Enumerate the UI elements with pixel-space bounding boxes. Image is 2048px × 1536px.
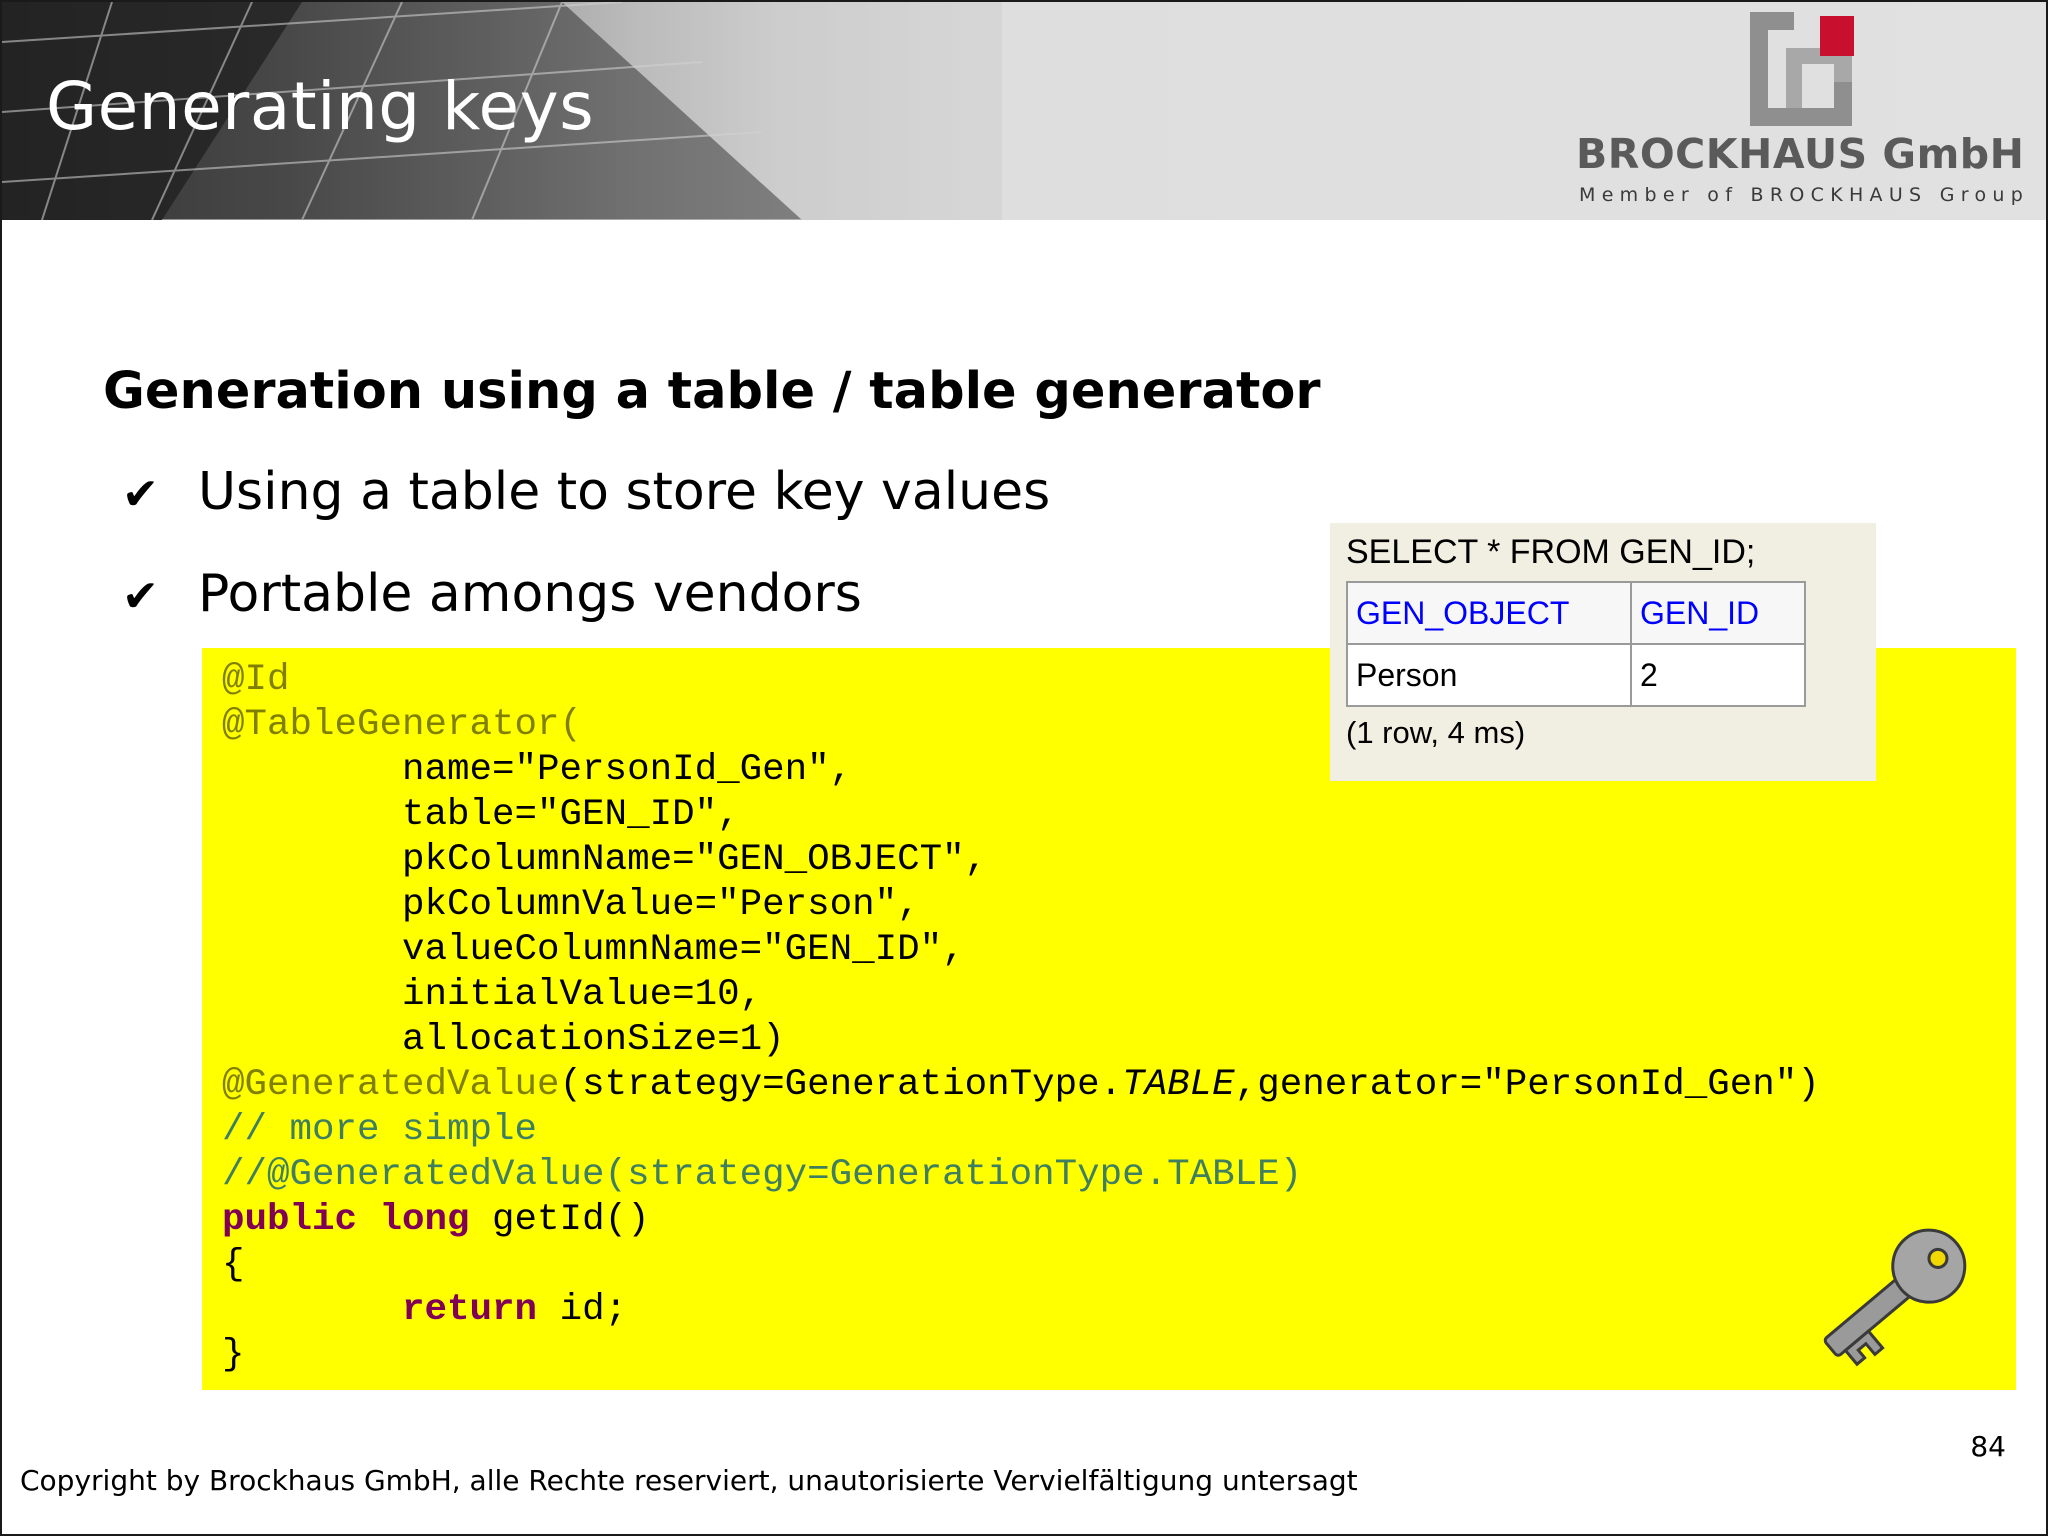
section-heading: Generation using a table / table generat… — [103, 362, 1321, 421]
company-tagline: Member of BROCKHAUS Group — [1579, 184, 2030, 206]
code-annotation: @GeneratedValue — [222, 1064, 560, 1106]
code-keyword: return — [402, 1289, 538, 1331]
checkmark-icon: ✔ — [122, 571, 159, 622]
brockhaus-logo-icon — [1750, 12, 1854, 126]
bullet-item: ✔ Using a table to store key values — [122, 462, 1050, 522]
table-cell: Person — [1346, 643, 1632, 707]
table-header-row: GEN_OBJECT GEN_ID — [1346, 581, 1806, 645]
code-line: @Id — [222, 659, 290, 701]
code-keyword: public long — [222, 1199, 470, 1241]
code-comment: //@GeneratedValue(strategy=GenerationTyp… — [222, 1154, 1303, 1196]
table-row: Person 2 — [1346, 643, 1806, 707]
code-enum-constant: TABLE — [1122, 1064, 1235, 1106]
code-text: id; — [537, 1289, 628, 1331]
slide-header: Generating keys BROCKHAUS GmbH Member of… — [2, 2, 2046, 220]
code-line: } — [222, 1334, 245, 1376]
code-line: pkColumnName="GEN_OBJECT", — [222, 839, 988, 881]
code-line: valueColumnName="GEN_ID", — [222, 929, 965, 971]
code-line: allocationSize=1) — [222, 1019, 785, 1061]
sql-query: SELECT * FROM GEN_ID; — [1346, 533, 1756, 571]
code-line: @TableGenerator( — [222, 704, 583, 746]
code-text: ,generator="PersonId_Gen") — [1234, 1064, 1820, 1106]
code-line: initialValue=10, — [222, 974, 763, 1016]
table-cell: 2 — [1630, 643, 1806, 707]
column-header: GEN_OBJECT — [1346, 581, 1632, 645]
checkmark-icon: ✔ — [122, 469, 159, 520]
code-text: (strategy=GenerationType. — [559, 1064, 1123, 1106]
sql-result-table: GEN_OBJECT GEN_ID Person 2 — [1346, 581, 1806, 707]
bullet-text: Using a table to store key values — [198, 462, 1051, 522]
code-text: getId() — [469, 1199, 650, 1241]
copyright-footer: Copyright by Brockhaus GmbH, alle Rechte… — [20, 1464, 1358, 1497]
company-name: BROCKHAUS GmbH — [1576, 130, 2025, 178]
key-icon — [1823, 1228, 1967, 1367]
code-line: { — [222, 1244, 245, 1286]
sql-status: (1 row, 4 ms) — [1346, 715, 1526, 750]
page-number: 84 — [1970, 1430, 2006, 1463]
code-line: name="PersonId_Gen", — [222, 749, 853, 791]
code-comment: // more simple — [222, 1109, 538, 1151]
slide-title: Generating keys — [46, 68, 595, 145]
code-line: pkColumnValue="Person", — [222, 884, 920, 926]
bullet-item: ✔ Portable amongs vendors — [122, 564, 862, 624]
bullet-text: Portable amongs vendors — [198, 564, 862, 624]
sql-result-panel: SELECT * FROM GEN_ID; GEN_OBJECT GEN_ID … — [1330, 523, 1876, 781]
column-header: GEN_ID — [1630, 581, 1806, 645]
code-line: table="GEN_ID", — [222, 794, 740, 836]
